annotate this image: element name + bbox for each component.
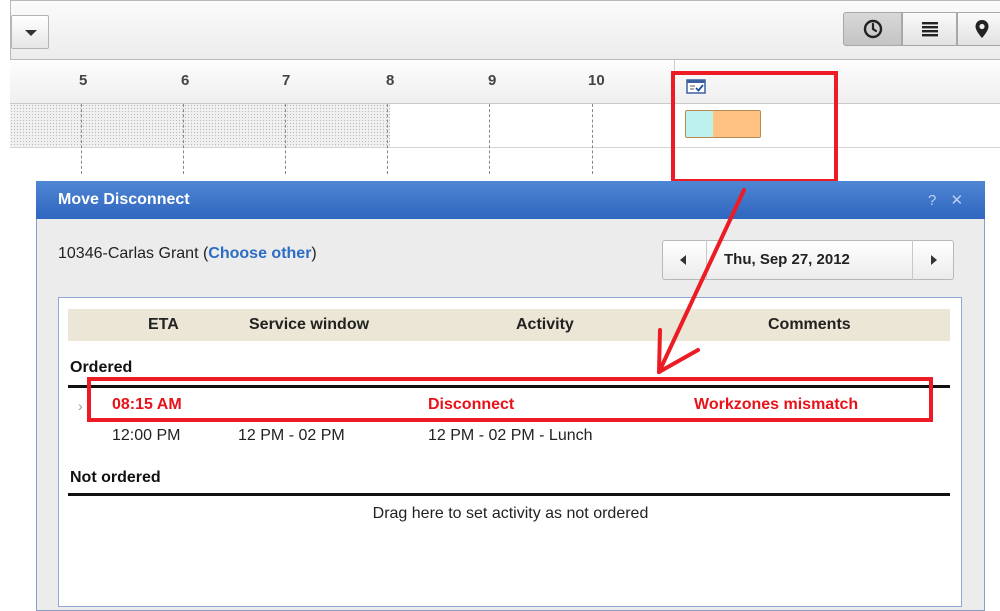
- choose-close-paren: ): [311, 245, 317, 262]
- dialog-title: Move Disconnect: [58, 191, 190, 208]
- hour-gridline: [489, 104, 490, 174]
- chevron-down-icon: [25, 30, 37, 36]
- hour-label: 10: [588, 72, 605, 89]
- hour-gridline: [592, 104, 593, 174]
- list-view-button[interactable]: [902, 12, 957, 46]
- not-ordered-section-label: Not ordered: [70, 469, 161, 486]
- highlight-box-row: [87, 377, 933, 422]
- technician-line: 10346-Carlas Grant (Choose other): [58, 245, 317, 263]
- row-activity[interactable]: 12 PM - 02 PM - Lunch: [428, 427, 593, 445]
- timeline-header: [10, 60, 1000, 104]
- hour-gridline: [183, 104, 184, 174]
- chevron-left-icon: [680, 255, 686, 265]
- hour-label: 8: [386, 72, 395, 89]
- map-pin-icon: [975, 20, 989, 38]
- column-header-service-window: Service window: [249, 316, 370, 333]
- hour-label: 6: [181, 72, 190, 89]
- list-icon: [921, 22, 938, 37]
- next-day-button[interactable]: [912, 240, 954, 280]
- dialog-help-close-controls[interactable]: ? ✕: [928, 191, 968, 209]
- hour-label: 9: [488, 72, 497, 89]
- column-header-eta: ETA: [148, 316, 179, 333]
- column-header-activity: Activity: [516, 316, 574, 333]
- ordered-section-label: Ordered: [70, 359, 133, 376]
- chevron-right-icon: [931, 255, 937, 265]
- row-service-window: 12 PM - 02 PM: [238, 427, 345, 444]
- column-header-comments: Comments: [768, 316, 851, 333]
- hour-gridline: [81, 104, 82, 174]
- clock-icon: [863, 19, 882, 39]
- hour-label: 7: [282, 72, 291, 89]
- not-ordered-divider: [68, 493, 950, 496]
- hour-label: 5: [79, 72, 88, 89]
- choose-other-link[interactable]: Choose other: [208, 245, 311, 262]
- technician-name: 10346-Carlas Grant: [58, 245, 199, 262]
- previous-day-button[interactable]: [662, 240, 707, 280]
- route-panel: [58, 297, 962, 607]
- hour-gridline: [387, 104, 388, 174]
- row-eta[interactable]: 12:00 PM: [112, 427, 180, 445]
- time-view-button[interactable]: [843, 12, 902, 46]
- highlight-box-activity: [671, 71, 838, 183]
- row-drag-marker[interactable]: ›: [78, 398, 83, 414]
- date-label[interactable]: Thu, Sep 27, 2012: [724, 251, 850, 268]
- hour-gridline: [285, 104, 286, 174]
- map-view-button[interactable]: [957, 12, 1000, 46]
- not-ordered-drop-zone[interactable]: Drag here to set activity as not ordered: [0, 505, 1000, 523]
- non-working-hours-block: [10, 104, 390, 147]
- view-dropdown[interactable]: [11, 15, 49, 49]
